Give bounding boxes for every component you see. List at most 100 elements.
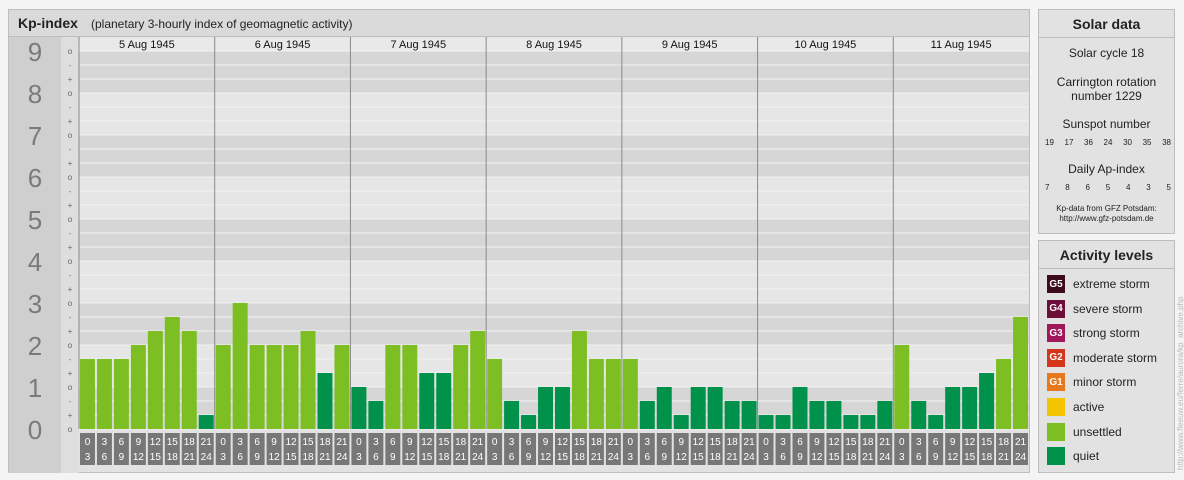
interval-start-label: 3 (916, 437, 922, 448)
legend-item: G1 minor storm (1047, 373, 1136, 392)
y-minor-tick-label: - (69, 229, 72, 238)
solar-data-panel: Solar data Solar cycle 18 Carrington rot… (1038, 9, 1175, 234)
interval-start-label: 18 (455, 437, 467, 448)
day-label: 7 Aug 1945 (390, 39, 446, 51)
kp-bar (300, 331, 316, 429)
kp-bar (843, 415, 859, 429)
kp-bar (1013, 316, 1028, 429)
kp-bar (215, 345, 231, 429)
legend-item: active (1047, 398, 1104, 416)
interval-end-label: 9 (661, 452, 667, 463)
y-minor-tick-label: - (69, 397, 72, 406)
kp-bar (283, 345, 299, 429)
interval-start-label: 18 (862, 437, 874, 448)
interval-end-label: 6 (102, 452, 108, 463)
interval-end-label: 21 (862, 452, 874, 463)
day-label: 11 Aug 1945 (931, 39, 992, 51)
ap-index-value: 6 (1085, 183, 1090, 192)
kp-bar (724, 400, 740, 429)
credit-link[interactable]: http://www.gfz-potsdam.de (1039, 214, 1174, 224)
interval-end-label: 15 (693, 452, 705, 463)
y-minor-tick-label: + (68, 327, 73, 336)
y-minor-tick-label: - (69, 271, 72, 280)
legend-label: severe storm (1073, 301, 1143, 316)
kp-bar (487, 358, 503, 429)
interval-end-label: 3 (85, 452, 91, 463)
interval-end-label: 9 (797, 452, 803, 463)
y-minor-tick-label: - (69, 103, 72, 112)
interval-start-label: 21 (472, 437, 484, 448)
carrington-rotation-line1: Carrington rotation (1056, 75, 1157, 89)
kp-band (79, 93, 1029, 135)
interval-start-label: 6 (119, 437, 125, 448)
kp-bar (351, 387, 367, 429)
legend-swatch: G3 (1047, 324, 1065, 343)
interval-end-label: 24 (879, 452, 891, 463)
y-tick-label: 3 (28, 289, 42, 319)
legend-swatch: G4 (1047, 299, 1065, 318)
ap-index-value: 3 (1146, 183, 1151, 192)
activity-levels-panel: Activity levels G5 extreme storm G4 severe … (1038, 240, 1175, 473)
y-minor-tick-label: + (68, 411, 73, 420)
day-label: 9 Aug 1945 (662, 39, 718, 51)
day-label: 8 Aug 1945 (526, 39, 582, 51)
interval-start-label: 0 (356, 437, 362, 448)
interval-end-label: 6 (645, 452, 651, 463)
interval-start-label: 3 (780, 437, 786, 448)
sunspot-value: 30 (1123, 138, 1132, 147)
kp-bar-chart: 0123456789o+-o+-o+-o+-o+-o+-o+-o+-o+-o5 … (9, 37, 1029, 473)
interval-start-label: 9 (678, 437, 684, 448)
y-minor-tick-label: o (68, 425, 73, 434)
interval-start-label: 6 (526, 437, 532, 448)
interval-start-label: 18 (727, 437, 739, 448)
kp-bar (673, 415, 689, 429)
y-minor-tick-label: + (68, 201, 73, 210)
kp-bar (928, 415, 944, 429)
legend-item: quiet (1047, 447, 1099, 466)
y-minor-tick-label: o (68, 383, 73, 392)
interval-start-label: 0 (492, 437, 498, 448)
y-minor-tick-label: o (68, 215, 73, 224)
legend-label: unsettled (1073, 424, 1122, 439)
y-minor-tick-label: - (69, 187, 72, 196)
kp-bar (605, 358, 621, 429)
interval-start-label: 18 (998, 437, 1010, 448)
interval-end-label: 3 (628, 452, 634, 463)
chart-subtitle: (planetary 3-hourly index of geomagnetic… (91, 17, 353, 31)
interval-start-label: 15 (167, 437, 179, 448)
ap-index-value: 8 (1065, 183, 1070, 192)
y-minor-tick-label: - (69, 61, 72, 70)
interval-start-label: 21 (336, 437, 348, 448)
kp-bar (571, 331, 587, 429)
interval-start-label: 12 (828, 437, 840, 448)
interval-start-label: 12 (285, 437, 297, 448)
interval-end-label: 9 (526, 452, 532, 463)
interval-start-label: 21 (879, 437, 891, 448)
interval-end-label: 3 (763, 452, 769, 463)
interval-end-label: 15 (828, 452, 840, 463)
kp-bar (198, 415, 214, 429)
kp-bar (266, 345, 282, 429)
interval-end-label: 3 (492, 452, 498, 463)
ap-index-value: 5 (1105, 183, 1111, 192)
kp-bar (860, 415, 876, 429)
kp-bar (690, 387, 706, 429)
kp-bar (504, 400, 520, 429)
kp-chart-panel: Kp-index (planetary 3-hourly index of ge… (8, 9, 1030, 473)
interval-end-label: 24 (336, 452, 348, 463)
y-minor-tick-label: o (68, 131, 73, 140)
day-label: 5 Aug 1945 (119, 39, 175, 51)
sunspot-value: 17 (1064, 138, 1074, 147)
kp-band (79, 303, 1029, 345)
interval-end-label: 9 (933, 452, 939, 463)
interval-end-label: 9 (254, 452, 260, 463)
kp-bar (809, 400, 825, 429)
interval-start-label: 6 (390, 437, 396, 448)
watermark: http://www.fleeuw.eu/ferre/aurora/kp_arc… (1176, 296, 1184, 470)
kp-bar (181, 331, 197, 429)
interval-end-label: 15 (150, 452, 162, 463)
interval-end-label: 12 (133, 452, 145, 463)
interval-end-label: 15 (557, 452, 569, 463)
interval-end-label: 15 (285, 452, 297, 463)
legend-swatch: G5 (1047, 275, 1065, 293)
